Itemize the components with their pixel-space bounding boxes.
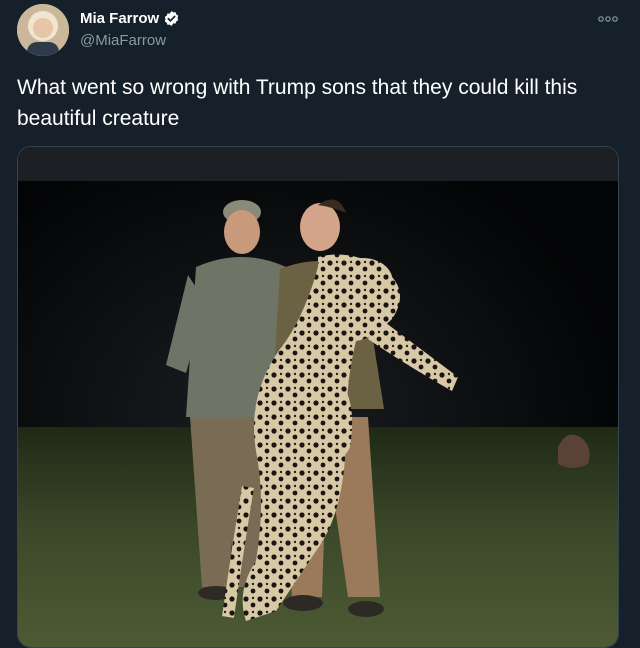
author-name-row[interactable]: Mia Farrow: [80, 10, 180, 27]
tweet-media-photo[interactable]: [17, 146, 619, 648]
tweet-text: What went so wrong with Trump sons that …: [17, 76, 578, 130]
author-display-name[interactable]: Mia Farrow: [80, 10, 159, 27]
author-handle[interactable]: @MiaFarrow: [80, 32, 166, 49]
tweet: Mia Farrow @MiaFarrow What went so wrong…: [0, 0, 640, 648]
more-options-icon[interactable]: [596, 12, 620, 26]
photo-image: [18, 147, 618, 647]
author-avatar[interactable]: [17, 4, 69, 56]
avatar-photo: [17, 4, 69, 56]
verified-badge-icon: [163, 10, 180, 27]
